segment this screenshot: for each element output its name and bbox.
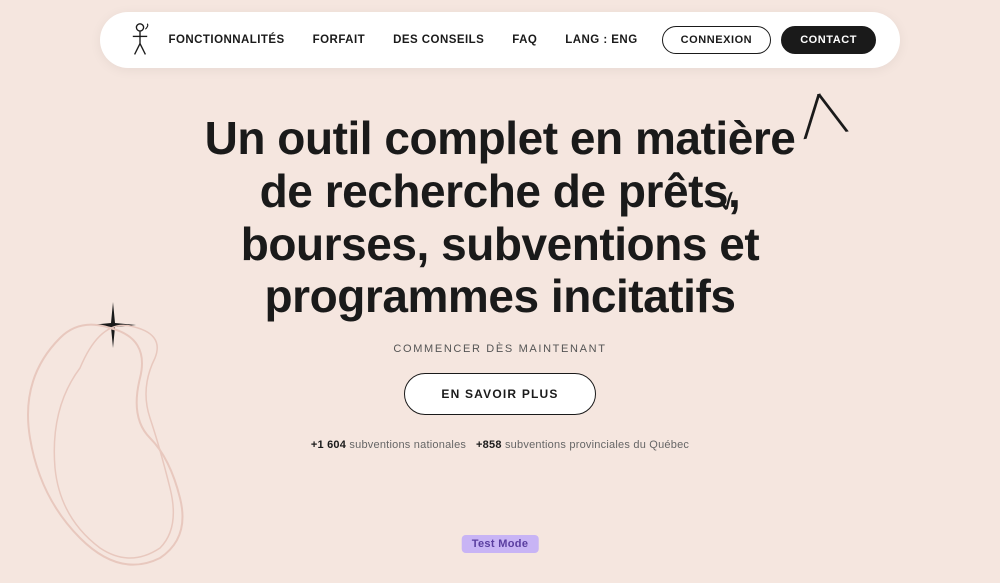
- contact-button[interactable]: CONTACT: [781, 26, 876, 54]
- en-savoir-plus-button[interactable]: EN SAVOIR PLUS: [404, 373, 595, 415]
- hero-subtitle: COMMENCER DÈS MAINTENANT: [393, 343, 606, 355]
- provincial-label: subventions provinciales du Québec: [505, 439, 689, 451]
- nav-des-conseils[interactable]: DES CONSEILS: [393, 34, 484, 46]
- stats-text: +1 604 subventions nationales +858 subve…: [311, 439, 689, 451]
- blob-decoration: [0, 318, 200, 583]
- test-mode-badge: Test Mode: [462, 535, 539, 553]
- squiggle-decoration: ╱╲: [798, 90, 847, 138]
- logo[interactable]: [124, 22, 156, 58]
- national-count: +1 604: [311, 439, 346, 451]
- nav-buttons: CONNEXION CONTACT: [662, 26, 876, 54]
- nav-forfait[interactable]: FORFAIT: [313, 34, 365, 46]
- national-label: subventions nationales: [349, 439, 466, 451]
- nav-lang[interactable]: LANG : ENG: [565, 34, 637, 46]
- provincial-count: +858: [476, 439, 502, 451]
- nav-links: FONCTIONNALITÉS FORFAIT DES CONSEILS FAQ…: [169, 34, 638, 46]
- hero-title: Un outil complet en matièrede recherche …: [205, 112, 796, 324]
- nav-fonctionnalites[interactable]: FONCTIONNALITÉS: [169, 34, 285, 46]
- connexion-button[interactable]: CONNEXION: [662, 26, 772, 54]
- navbar: FONCTIONNALITÉS FORFAIT DES CONSEILS FAQ…: [100, 12, 900, 68]
- nav-faq[interactable]: FAQ: [512, 34, 537, 46]
- hero-title-text: Un outil complet en matièrede recherche …: [205, 112, 796, 323]
- logo-icon: [124, 22, 156, 58]
